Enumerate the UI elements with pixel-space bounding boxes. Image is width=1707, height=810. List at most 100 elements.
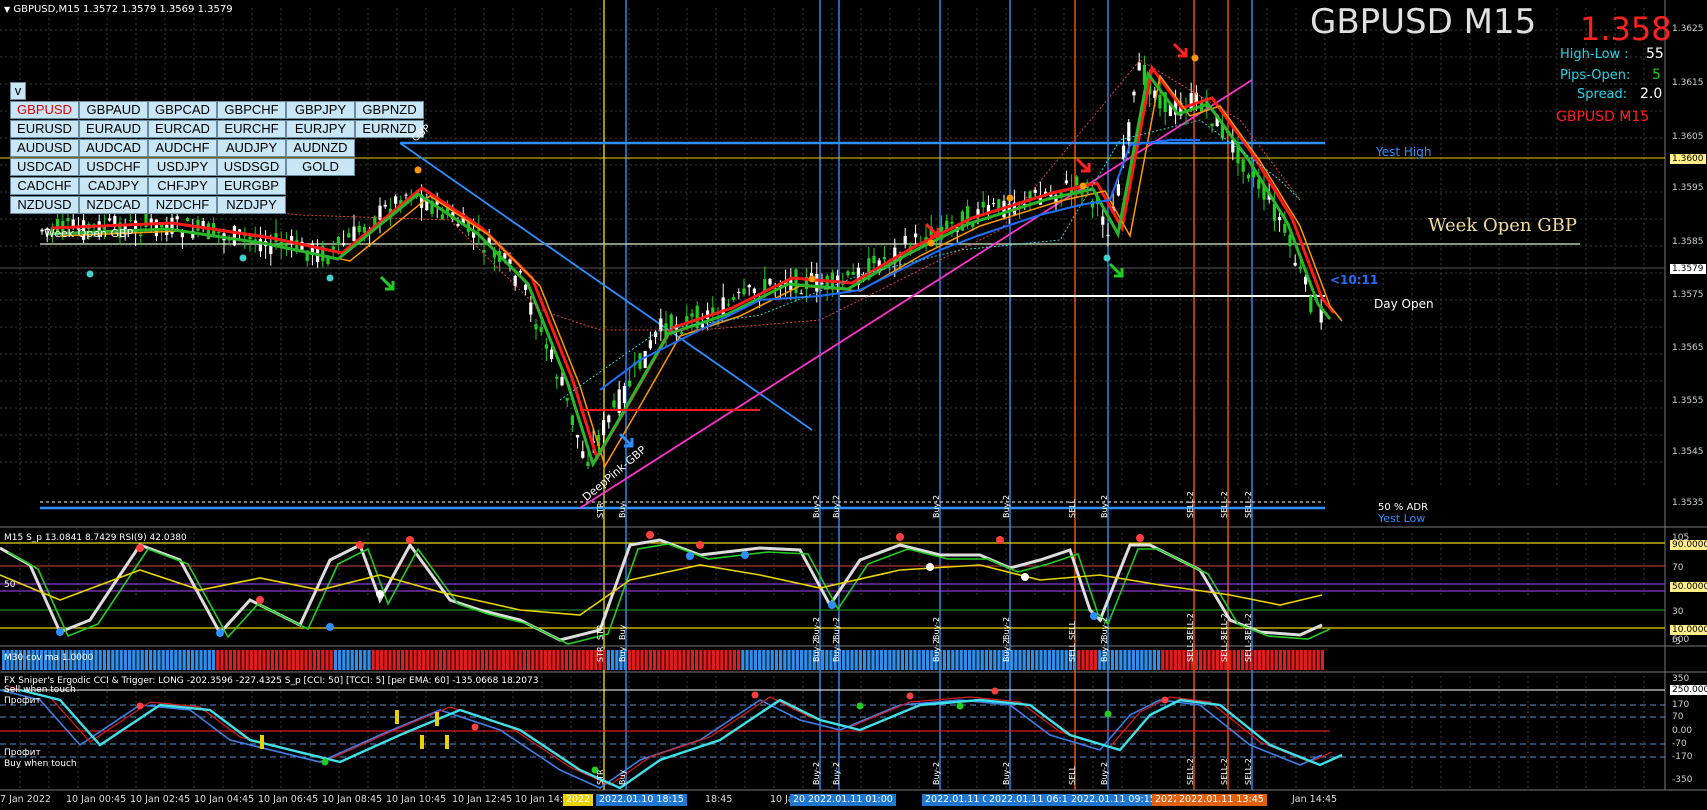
- symbol-button-usdcad[interactable]: USDCAD: [10, 158, 79, 176]
- price-tick-label: 1.3535: [1672, 498, 1704, 508]
- candle-body: [1246, 174, 1250, 179]
- symbol-button-audjpy[interactable]: AUDJPY: [217, 139, 286, 157]
- cci-axis-label: 0.00: [1672, 726, 1693, 736]
- candle-body: [1116, 184, 1120, 196]
- time-marker-box: 2022.01.11 13:45: [1176, 794, 1267, 806]
- symbol-button-usdchf[interactable]: USDCHF: [79, 158, 148, 176]
- cov-bar: [413, 650, 417, 670]
- cov-bar: [1199, 650, 1203, 670]
- cov-bar: [749, 650, 753, 670]
- symbol-button-audchf[interactable]: AUDCHF: [148, 139, 217, 157]
- cci-axis-label: 350: [1672, 674, 1690, 684]
- cov-bar: [980, 650, 984, 670]
- signal-label: Buy-2: [1100, 761, 1109, 785]
- symbol-button-gbpchf[interactable]: GBPCHF: [217, 101, 286, 119]
- cov-bar: [585, 650, 589, 670]
- symbol-panel-toggle[interactable]: v: [10, 82, 26, 100]
- cov-bar: [485, 650, 489, 670]
- cov-bar: [531, 650, 535, 670]
- cov-bar: [174, 650, 178, 670]
- time-marker-box: 2022: [563, 794, 594, 806]
- cov-bar: [644, 650, 648, 670]
- symbol-button-audcad[interactable]: AUDCAD: [79, 139, 148, 157]
- symbol-button-nzdchf[interactable]: NZDCHF: [148, 196, 217, 214]
- signal-dot: [808, 275, 816, 283]
- signal-dot: [1006, 194, 1014, 202]
- cov-bar: [501, 650, 505, 670]
- price-tick-label: 1.3545: [1672, 447, 1704, 457]
- cov-bar: [1287, 650, 1291, 670]
- countdown-label: <10:11: [1330, 273, 1379, 287]
- symbol-button-eurgbp[interactable]: EURGBP: [217, 177, 286, 195]
- price-tick-label: 1.3585: [1672, 237, 1704, 247]
- symbol-button-gbpusd[interactable]: GBPUSD: [10, 101, 79, 119]
- signal-arrow-icon: [379, 275, 395, 291]
- cov-bar: [333, 650, 337, 670]
- candle-body: [1080, 193, 1084, 195]
- cov-bar: [1140, 650, 1144, 670]
- cov-bar: [262, 650, 266, 670]
- candle-body: [555, 376, 559, 379]
- cov-bar: [1274, 650, 1278, 670]
- symbol-button-nzdjpy[interactable]: NZDJPY: [217, 196, 286, 214]
- cov-bar: [921, 650, 925, 670]
- cov-bar: [888, 650, 892, 670]
- symbol-button-usdsgd[interactable]: USDSGD: [217, 158, 286, 176]
- candle-body: [586, 462, 590, 467]
- symbol-button-cadjpy[interactable]: CADJPY: [79, 177, 148, 195]
- menu-icon[interactable]: ▼: [4, 5, 10, 14]
- cov-bar: [783, 650, 787, 670]
- symbol-button-chfjpy[interactable]: CHFJPY: [148, 177, 217, 195]
- cov-bar: [1266, 650, 1270, 670]
- cci-signal-dot: [751, 691, 759, 699]
- candle-body: [217, 231, 221, 234]
- symbol-button-eurchf[interactable]: EURCHF: [217, 120, 286, 138]
- candle-body: [903, 235, 907, 244]
- symbol-button-nzdcad[interactable]: NZDCAD: [79, 196, 148, 214]
- symbol-button-gbpnzd[interactable]: GBPNZD: [355, 101, 424, 119]
- cov-bar: [842, 650, 846, 670]
- cov-bar: [241, 650, 245, 670]
- cci-histogram-bar: [260, 735, 264, 749]
- cov-bar: [447, 650, 451, 670]
- time-axis-label: 10 Jan 06:45: [258, 794, 319, 805]
- cov-bar: [766, 650, 770, 670]
- cov-bar: [879, 650, 883, 670]
- rsi-signal-dot: [996, 536, 1004, 544]
- symbol-button-cadchf[interactable]: CADCHF: [10, 177, 79, 195]
- candle-body: [232, 226, 236, 246]
- cov-bar: [212, 650, 216, 670]
- cov-bar: [98, 650, 102, 670]
- symbol-button-audusd[interactable]: AUDUSD: [10, 139, 79, 157]
- candle-body: [841, 283, 845, 285]
- symbol-button-gbpaud[interactable]: GBPAUD: [79, 101, 148, 119]
- symbol-button-gbpjpy[interactable]: GBPJPY: [286, 101, 355, 119]
- symbol-button-eurusd[interactable]: EURUSD: [10, 120, 79, 138]
- cov-bar: [329, 650, 333, 670]
- cov-bar: [1194, 650, 1198, 670]
- time-axis-label: 10 Jan 04:45: [194, 794, 255, 805]
- symbol-button-gbpcad[interactable]: GBPCAD: [148, 101, 217, 119]
- symbol-button-euraud[interactable]: EURAUD: [79, 120, 148, 138]
- symbol-button-usdjpy[interactable]: USDJPY: [148, 158, 217, 176]
- symbol-button-nzdusd[interactable]: NZDUSD: [10, 196, 79, 214]
- cov-bar: [207, 650, 211, 670]
- candle-body: [810, 272, 814, 276]
- cov-bar: [342, 650, 346, 670]
- cov-bar: [275, 650, 279, 670]
- symbol-button-eurjpy[interactable]: EURJPY: [286, 120, 355, 138]
- candle-body: [404, 194, 408, 196]
- cov-bar: [686, 650, 690, 670]
- cov-bar: [774, 650, 778, 670]
- cov-bar: [434, 650, 438, 670]
- cci-signal-dot: [1104, 710, 1112, 718]
- candle-body: [992, 203, 996, 205]
- cov-bar: [984, 650, 988, 670]
- symbol-button-eurcad[interactable]: EURCAD: [148, 120, 217, 138]
- cov-bar: [1018, 650, 1022, 670]
- symbol-button-audnzd[interactable]: AUDNZD: [286, 139, 355, 157]
- signal-label: Buy-2: [1100, 638, 1109, 662]
- price-tick-label: 1.3595: [1672, 183, 1704, 193]
- cci-signal-dot: [1161, 696, 1169, 704]
- symbol-button-gold[interactable]: GOLD: [286, 158, 355, 176]
